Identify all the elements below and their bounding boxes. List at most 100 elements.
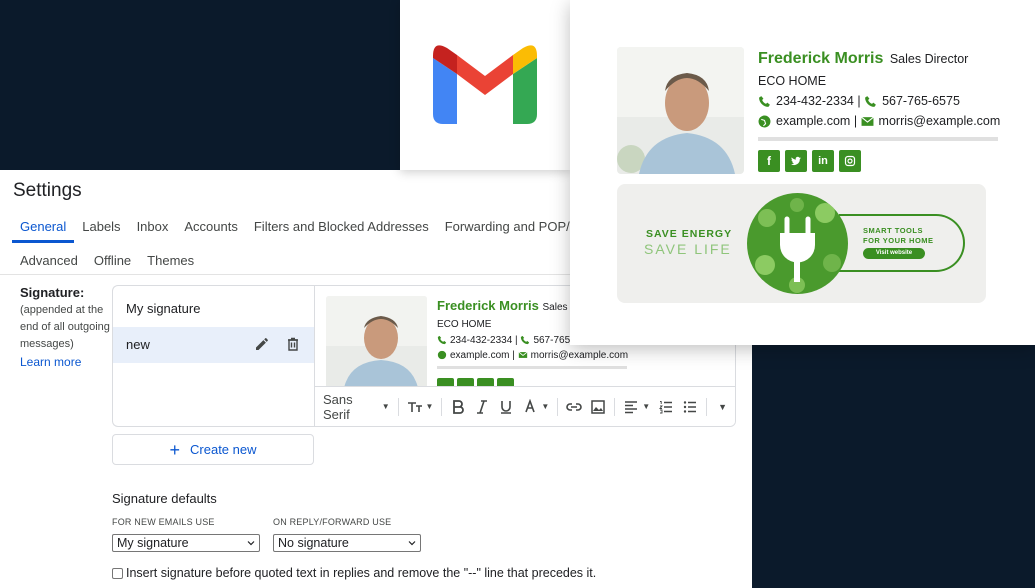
preview-sig-name: Frederick Morris Sales Director <box>758 50 969 67</box>
bulleted-list-button[interactable] <box>682 399 698 415</box>
link-button[interactable] <box>566 399 582 415</box>
signature-defaults-title: Signature defaults <box>112 491 217 506</box>
mail-icon <box>518 352 528 359</box>
phone-icon <box>521 336 530 345</box>
insert-signature-option: Insert signature before quoted text in r… <box>112 566 596 580</box>
learn-more-link[interactable]: Learn more <box>20 355 112 369</box>
align-button[interactable]: ▼ <box>623 399 650 415</box>
chevron-down-icon <box>408 541 416 546</box>
tab-general[interactable]: General <box>12 218 75 243</box>
settings-tabs-row2: Advanced Offline Themes <box>12 252 202 276</box>
align-left-icon <box>625 400 638 413</box>
font-size-button[interactable]: ▼ <box>407 399 433 415</box>
phone-icon <box>437 336 447 345</box>
tab-accounts[interactable]: Accounts <box>176 218 245 242</box>
toolbar-divider <box>397 397 399 416</box>
create-new-label: Create new <box>190 442 257 457</box>
signature-description: (appended at the end of all outgoing mes… <box>20 304 110 350</box>
signature-item-label: My signature <box>126 301 201 316</box>
preview-sig-company: ECO HOME <box>758 74 827 88</box>
tab-offline[interactable]: Offline <box>86 252 139 276</box>
new-emails-label: FOR NEW EMAILS USE <box>112 517 215 527</box>
twitter-icon[interactable] <box>785 150 807 172</box>
tab-themes[interactable]: Themes <box>139 252 202 276</box>
editor-sig-company: ECO HOME <box>437 319 492 330</box>
formatting-toolbar: Sans Serif ▼ ▼ ▼ ▼ ▼ <box>315 386 735 426</box>
mail-icon <box>860 116 874 126</box>
underline-button[interactable] <box>498 399 514 415</box>
signature-item-new[interactable]: new <box>113 327 314 363</box>
twitter-icon <box>457 378 474 386</box>
plug-icon <box>747 193 848 294</box>
linkedin-icon <box>477 378 494 386</box>
bulleted-list-icon <box>683 400 697 413</box>
editor-sig-phones: 234-432-2334 | 567-765- <box>437 335 573 346</box>
toolbar-divider <box>441 397 443 416</box>
plus-icon: + <box>169 439 181 460</box>
signature-list: My signature new <box>112 285 314 427</box>
editor-sig-name: Frederick Morris Sales D <box>437 298 578 313</box>
image-button[interactable] <box>590 399 606 415</box>
chevron-down-icon <box>247 541 255 546</box>
settings-tabs: General Labels Inbox Accounts Filters an… <box>12 218 610 243</box>
signature-preview-card: Frederick Morris Sales Director ECO HOME… <box>570 0 1035 345</box>
signature-photo <box>617 47 744 174</box>
toolbar-divider <box>557 397 559 416</box>
edit-icon[interactable] <box>254 336 270 352</box>
editor-sig-web-email: example.com | morris@example.com <box>437 350 628 361</box>
instagram-icon[interactable] <box>839 150 861 172</box>
preview-sig-web-email: example.com | morris@example.com <box>758 114 1000 128</box>
editor-sig-social <box>437 378 514 386</box>
font-family-select[interactable]: Sans Serif ▼ <box>323 392 390 422</box>
bold-icon <box>453 399 465 414</box>
link-icon <box>566 402 582 411</box>
bold-button[interactable] <box>450 399 466 415</box>
reply-default: ON REPLY/FORWARD USE No signature <box>273 517 421 552</box>
trash-icon[interactable] <box>285 336 301 352</box>
insert-signature-label: Insert signature before quoted text in r… <box>126 566 597 580</box>
editor-sig-separator <box>437 366 627 369</box>
phone-icon <box>759 95 770 107</box>
new-emails-select[interactable]: My signature <box>112 534 260 552</box>
signature-label-block: Signature: (appended at the end of all o… <box>20 285 112 369</box>
gmail-logo-card <box>400 0 572 170</box>
toolbar-divider <box>706 397 708 416</box>
gmail-logo <box>433 45 537 124</box>
text-color-button[interactable]: ▼ <box>522 398 549 415</box>
numbered-list-button[interactable] <box>658 399 674 415</box>
banner-subheadline: SAVE LIFE <box>644 241 732 257</box>
preview-sig-separator <box>758 137 998 141</box>
image-icon <box>591 399 606 414</box>
page-title: Settings <box>13 180 82 201</box>
phone-icon <box>865 95 876 107</box>
more-formatting-button[interactable]: ▼ <box>715 402 727 412</box>
signature-photo <box>326 296 427 386</box>
italic-icon <box>477 399 488 414</box>
signature-item-label: new <box>126 337 150 352</box>
toolbar-divider <box>614 397 616 416</box>
new-emails-default: FOR NEW EMAILS USE My signature <box>112 517 260 552</box>
tab-inbox[interactable]: Inbox <box>129 218 177 242</box>
promo-banner[interactable]: SAVE ENERGY SAVE LIFE SMART TOOLS FOR YOU… <box>617 184 986 303</box>
insert-signature-checkbox[interactable] <box>112 567 123 579</box>
facebook-icon[interactable]: f <box>758 150 780 172</box>
tab-filters[interactable]: Filters and Blocked Addresses <box>246 218 437 242</box>
preview-sig-social: f in <box>758 150 861 172</box>
create-new-signature-button[interactable]: + Create new <box>112 434 314 465</box>
instagram-icon <box>497 378 514 386</box>
italic-button[interactable] <box>474 399 490 415</box>
banner-tagline: SMART TOOLS FOR YOUR HOME <box>863 226 934 245</box>
underline-icon <box>501 400 512 414</box>
reply-select[interactable]: No signature <box>273 534 421 552</box>
preview-sig-phones: 234-432-2334 | 567-765-6575 <box>758 94 960 108</box>
tab-labels[interactable]: Labels <box>74 218 128 242</box>
visit-website-button[interactable]: Visit website <box>863 248 925 259</box>
globe-icon <box>437 351 447 360</box>
tab-advanced[interactable]: Advanced <box>12 252 86 276</box>
numbered-list-icon <box>659 400 673 413</box>
text-size-icon <box>407 401 422 412</box>
signature-label: Signature: <box>20 285 85 300</box>
text-color-icon <box>525 398 536 412</box>
linkedin-icon[interactable]: in <box>812 150 834 172</box>
signature-item-my-signature[interactable]: My signature <box>113 291 314 327</box>
